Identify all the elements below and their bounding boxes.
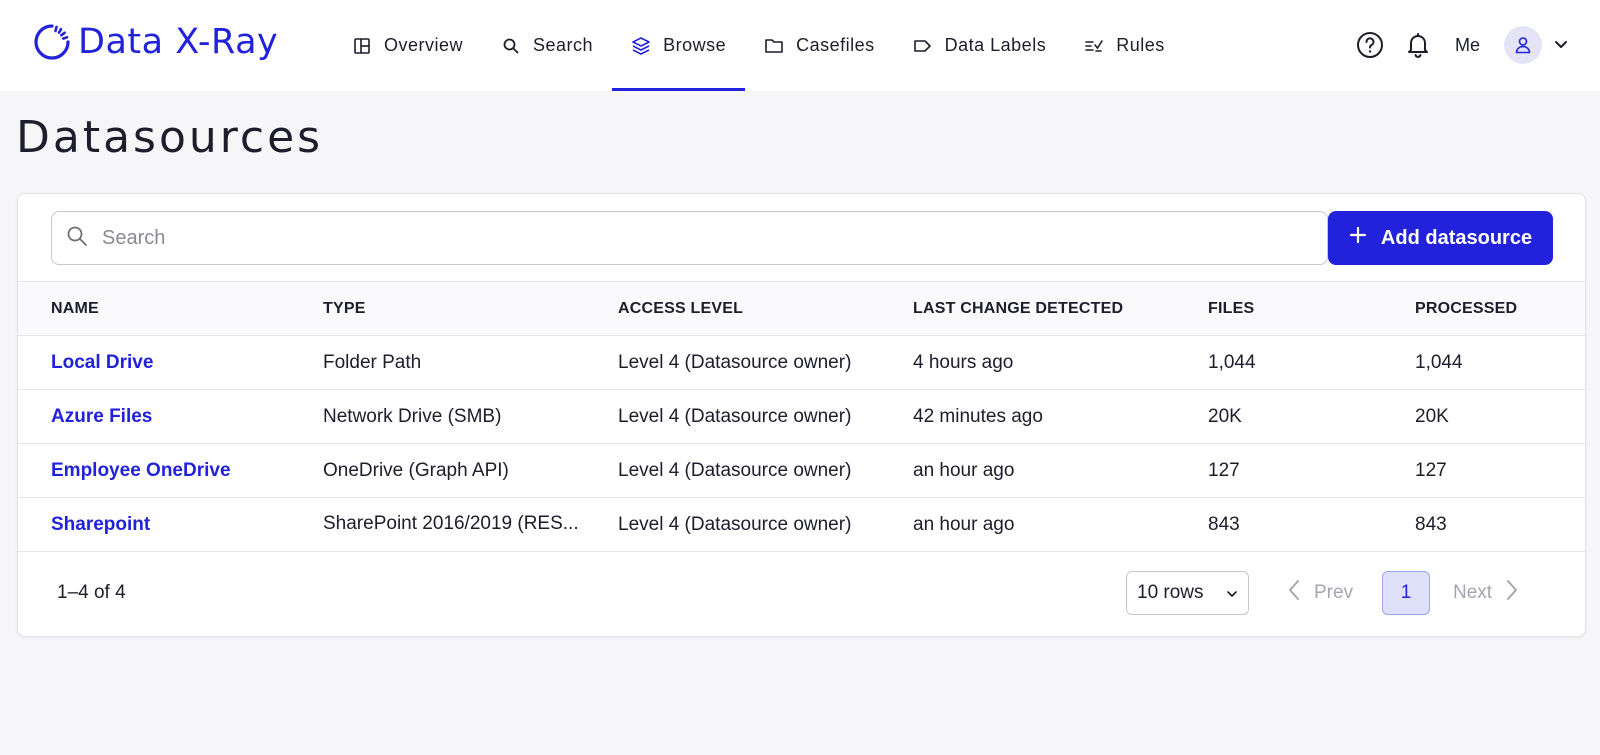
next-page-button[interactable]: Next: [1453, 571, 1518, 615]
cell-type: SharePoint 2016/2019 (RES...: [323, 497, 618, 552]
cell-last-change: 42 minutes ago: [913, 389, 1208, 444]
cell-processed: 127: [1415, 443, 1585, 498]
datasource-link[interactable]: Local Drive: [51, 352, 153, 373]
cell-files: 843: [1208, 497, 1415, 552]
table-row: Sharepoint SharePoint 2016/2019 (RES... …: [18, 497, 1585, 552]
nav-item-rules[interactable]: Rules: [1065, 0, 1184, 91]
datasource-link[interactable]: Azure Files: [51, 406, 152, 427]
column-header-last-change[interactable]: LAST CHANGE DETECTED: [913, 282, 1208, 336]
add-datasource-label: Add datasource: [1380, 226, 1533, 249]
cell-access-level: Level 4 (Datasource owner): [618, 335, 913, 390]
nav-item-search[interactable]: Search: [482, 0, 612, 91]
cell-access-level: Level 4 (Datasource owner): [618, 389, 913, 444]
datasource-link[interactable]: Employee OneDrive: [51, 460, 231, 481]
user-menu-label[interactable]: Me: [1455, 35, 1480, 56]
folder-icon: [764, 36, 784, 56]
column-header-type[interactable]: TYPE: [323, 282, 618, 336]
user-toolbar: Me: [1355, 22, 1570, 68]
cell-name: Sharepoint: [18, 497, 323, 552]
results-count: 1–4 of 4: [57, 582, 126, 603]
rows-per-page-select[interactable]: 10 rows: [1126, 571, 1249, 615]
cell-processed: 843: [1415, 497, 1585, 552]
rules-icon: [1084, 36, 1104, 56]
cell-files: 20K: [1208, 389, 1415, 444]
nav-item-overview[interactable]: Overview: [333, 0, 482, 91]
cell-files: 127: [1208, 443, 1415, 498]
table-row: Azure Files Network Drive (SMB) Level 4 …: [18, 389, 1585, 444]
search-icon: [501, 36, 521, 56]
cell-access-level: Level 4 (Datasource owner): [618, 443, 913, 498]
page-number-button[interactable]: 1: [1382, 571, 1430, 615]
layout-icon: [352, 36, 372, 56]
top-navigation-bar: Data X-Ray Overview Search Browse Casefi…: [0, 0, 1600, 91]
datasource-link[interactable]: Sharepoint: [51, 514, 150, 535]
tag-icon: [913, 36, 933, 56]
nav-label: Rules: [1116, 35, 1165, 55]
datasources-table: NAME TYPE ACCESS LEVEL LAST CHANGE DETEC…: [18, 281, 1585, 552]
cell-last-change: an hour ago: [913, 497, 1208, 552]
nav-item-casefiles[interactable]: Casefiles: [745, 0, 894, 91]
next-label: Next: [1453, 582, 1493, 603]
search-box[interactable]: [51, 211, 1328, 265]
cell-last-change: 4 hours ago: [913, 335, 1208, 390]
nav-label: Search: [533, 35, 594, 55]
add-datasource-button[interactable]: Add datasource: [1328, 211, 1553, 265]
table-toolbar: Add datasource: [18, 194, 1585, 281]
cell-last-change: an hour ago: [913, 443, 1208, 498]
column-header-access-level[interactable]: ACCESS LEVEL: [618, 282, 913, 336]
cell-type: Network Drive (SMB): [323, 389, 618, 444]
bell-icon[interactable]: [1403, 30, 1433, 60]
nav-label: Overview: [384, 35, 464, 55]
layers-icon: [631, 36, 651, 56]
rows-per-page-value: 10 rows: [1137, 582, 1204, 603]
table-footer: 1–4 of 4 10 rows Prev 1 Next: [18, 552, 1585, 635]
table-header-row: NAME TYPE ACCESS LEVEL LAST CHANGE DETEC…: [18, 281, 1585, 336]
search-icon: [66, 225, 88, 252]
nav-item-browse[interactable]: Browse: [612, 0, 746, 91]
cell-files: 1,044: [1208, 335, 1415, 390]
table-row: Employee OneDrive OneDrive (Graph API) L…: [18, 443, 1585, 498]
column-header-name[interactable]: NAME: [18, 282, 323, 336]
column-header-processed[interactable]: PROCESSED: [1415, 282, 1585, 336]
prev-page-button[interactable]: Prev: [1288, 571, 1353, 615]
datasources-card: Add datasource NAME TYPE ACCESS LEVEL LA…: [17, 193, 1586, 637]
page-title: Datasources: [16, 112, 324, 163]
cell-access-level: Level 4 (Datasource owner): [618, 497, 913, 552]
table-row: Local Drive Folder Path Level 4 (Datasou…: [18, 335, 1585, 390]
avatar[interactable]: [1504, 26, 1542, 64]
cell-name: Azure Files: [18, 389, 323, 444]
nav-label: Browse: [663, 35, 727, 55]
brand-logo[interactable]: Data X-Ray: [32, 20, 278, 64]
chevron-right-icon: [1506, 579, 1518, 607]
nav-item-data-labels[interactable]: Data Labels: [894, 0, 1066, 91]
cell-name: Local Drive: [18, 335, 323, 390]
prev-label: Prev: [1314, 582, 1354, 603]
chevron-down-icon: [1226, 582, 1238, 604]
cell-type: OneDrive (Graph API): [323, 443, 618, 498]
chevron-left-icon: [1288, 579, 1300, 607]
main-nav: Overview Search Browse Casefiles Data La…: [333, 0, 1184, 91]
search-input[interactable]: [102, 226, 1282, 250]
logo-icon: [32, 22, 72, 62]
chevron-down-icon[interactable]: [1552, 36, 1570, 54]
plus-icon: [1349, 226, 1367, 250]
cell-processed: 20K: [1415, 389, 1585, 444]
cell-name: Employee OneDrive: [18, 443, 323, 498]
brand-name: Data X-Ray: [78, 22, 279, 62]
cell-type: Folder Path: [323, 335, 618, 390]
cell-processed: 1,044: [1415, 335, 1585, 390]
nav-label: Data Labels: [944, 35, 1047, 55]
column-header-files[interactable]: FILES: [1208, 282, 1415, 336]
help-icon[interactable]: [1355, 30, 1385, 60]
cell-type-text: SharePoint 2016/2019 (RES...: [323, 513, 579, 535]
nav-label: Casefiles: [796, 35, 875, 55]
